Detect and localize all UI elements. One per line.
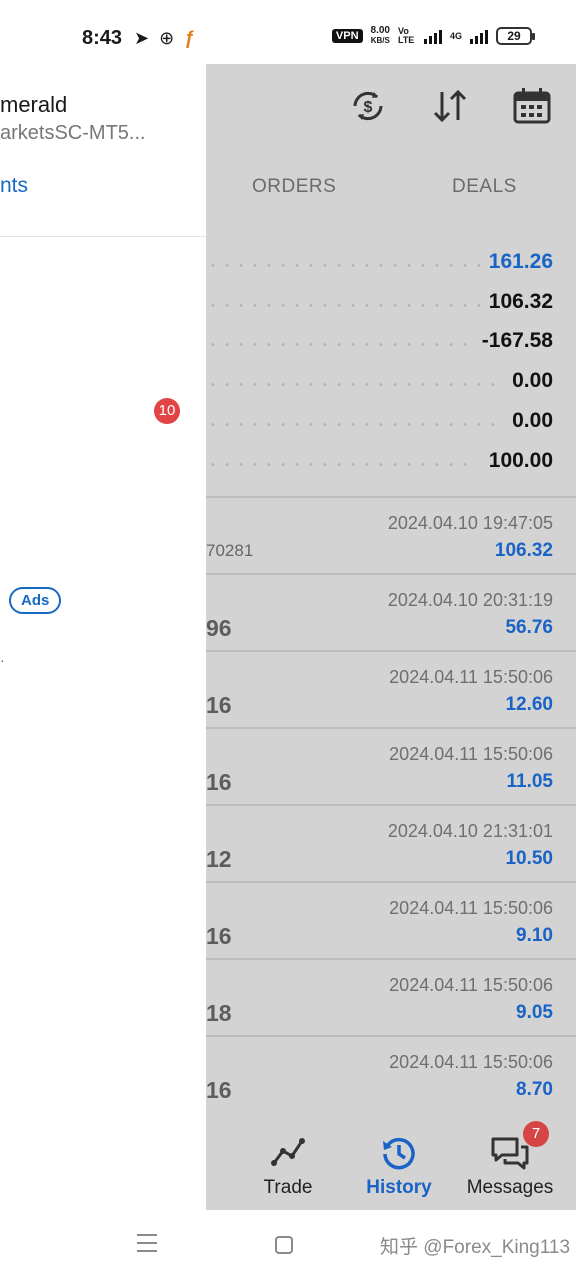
deal-profit: 9.05 (516, 1002, 553, 1023)
summary-row: 0.00 (206, 363, 576, 403)
deal-time: 2024.04.10 21:31:01 (387, 821, 553, 841)
account-name[interactable]: merald (0, 92, 67, 118)
deal-time: 2024.04.11 15:50:06 (389, 667, 553, 687)
navigation-drawer: merald arketsSC-MT5... nts 10 Ads · (0, 64, 206, 1210)
deal-row[interactable]: 16 2024.04.11 15:50:06 12.60 (206, 652, 576, 729)
deal-volume: 16 (206, 923, 232, 949)
vpn-indicator: VPN (331, 29, 363, 43)
summary-value: 161.26 (484, 250, 553, 274)
summary-row: 0.00 (206, 403, 576, 443)
mailbox-badge: 10 (154, 398, 180, 424)
deal-time: 2024.04.11 15:50:06 (389, 975, 553, 995)
signal-bars-icon-2 (470, 28, 488, 44)
deal-time: 2024.04.11 15:50:06 (389, 1052, 553, 1072)
tab-orders[interactable]: ORDERS (252, 176, 336, 198)
deal-row[interactable]: 16 2024.04.11 15:50:06 11.05 (206, 729, 576, 806)
deal-volume: 18 (206, 1000, 232, 1026)
deal-profit: 10.50 (505, 848, 553, 869)
svg-text:$: $ (364, 99, 373, 116)
ads-label[interactable]: Ads (9, 587, 62, 614)
summary-row: 161.26 (206, 244, 576, 284)
network-speed: 8.00 KB/S (370, 25, 390, 46)
circle-plus-icon: ⊕ (159, 28, 175, 48)
deal-ticket: 70281 (206, 541, 254, 560)
dotted-leader (206, 343, 472, 346)
dotted-leader (206, 463, 472, 466)
trade-chart-icon (271, 1138, 305, 1166)
tab-deals[interactable]: DEALS (452, 176, 517, 198)
history-tabs: ORDERS DEALS (206, 176, 576, 216)
nav-trade[interactable]: Trade (233, 1109, 343, 1210)
deal-row[interactable]: 18 2024.04.11 15:50:06 9.05 (206, 960, 576, 1037)
deal-time: 2024.04.11 15:50:06 (389, 744, 553, 764)
nav-history[interactable]: History (344, 1109, 454, 1210)
status-time: 8:43 (82, 27, 123, 49)
deal-volume: 96 (206, 615, 232, 641)
account-server: arketsSC-MT5... (0, 122, 146, 144)
nav-trade-label: Trade (263, 1177, 313, 1198)
app-notification-icon: ƒ (184, 28, 195, 48)
deal-row[interactable]: 16 2024.04.11 15:50:06 9.10 (206, 883, 576, 960)
summary-value: -167.58 (477, 329, 553, 353)
volte-indicator: Vo LTE (397, 26, 415, 45)
deal-profit: 11.05 (506, 771, 554, 792)
deal-time: 2024.04.11 15:50:06 (389, 898, 553, 918)
deal-row[interactable]: 12 2024.04.10 21:31:01 10.50 (206, 806, 576, 883)
signal-bars-icon (423, 28, 442, 44)
summary-row: -167.58 (206, 323, 576, 363)
deal-profit: 9.10 (516, 925, 553, 946)
summary-row: 100.00 (206, 443, 576, 483)
messages-badge: 7 (523, 1121, 549, 1147)
deal-profit: 12.60 (505, 694, 553, 715)
currency-exchange-icon[interactable]: $ (348, 86, 388, 126)
status-bar: 8:43 ➤ ⊕ ƒ VPN 8.00 KB/S Vo LTE 4G 29 (0, 0, 576, 64)
deal-time: 2024.04.10 19:47:05 (387, 513, 553, 533)
drawer-item-fragment: · (0, 652, 5, 668)
deal-profit: 56.76 (505, 617, 553, 638)
drawer-divider (0, 236, 206, 237)
dotted-leader (206, 383, 500, 386)
deal-volume: 16 (206, 769, 232, 795)
summary-row: 106.32 (206, 284, 576, 324)
history-screen: $ ORDERS DEALS 161.26 106.32 -167.58 0.0… (206, 64, 576, 1210)
dotted-leader (206, 423, 500, 426)
deal-time: 2024.04.10 20:31:19 (387, 590, 553, 610)
status-system-icons: VPN 8.00 KB/S Vo LTE 4G 29 (331, 25, 535, 46)
nav-messages[interactable]: 7 Messages (455, 1109, 565, 1210)
system-navigation-bar: 知乎 @Forex_King113 (0, 1210, 576, 1280)
deal-volume: 16 (206, 692, 232, 718)
deal-volume: 16 (206, 1077, 232, 1103)
summary-value: 0.00 (508, 369, 553, 393)
summary-value: 100.00 (484, 449, 553, 473)
recent-apps-button[interactable] (137, 1234, 157, 1254)
deal-row[interactable]: 70281 2024.04.10 19:47:05 106.32 (206, 498, 576, 575)
deal-profit: 106.32 (494, 540, 553, 561)
dotted-leader (206, 264, 488, 267)
network-type: 4G (449, 31, 462, 41)
deal-row[interactable]: 16 2024.04.11 15:50:06 8.70 (206, 1037, 576, 1114)
nav-history-label: History (366, 1177, 432, 1198)
status-notification-icons: ➤ ⊕ ƒ (134, 27, 194, 49)
battery-icon: 29 (496, 27, 535, 45)
manage-accounts-link[interactable]: nts (0, 174, 28, 198)
home-button[interactable] (275, 1236, 293, 1254)
summary-value: 106.32 (484, 290, 553, 314)
deal-row[interactable]: 96 2024.04.10 20:31:19 56.76 (206, 575, 576, 652)
telegram-icon: ➤ (134, 28, 150, 48)
history-clock-icon (383, 1137, 415, 1170)
watermark: 知乎 @Forex_King113 (380, 1237, 571, 1258)
nav-messages-label: Messages (466, 1177, 554, 1198)
bottom-navigation: Trade History 7 Messages (206, 1109, 576, 1210)
sort-icon[interactable] (430, 86, 470, 126)
deal-profit: 8.70 (516, 1079, 553, 1100)
summary-value: 0.00 (508, 409, 553, 433)
calendar-icon[interactable] (512, 86, 552, 126)
dotted-leader (206, 304, 488, 307)
deal-volume: 12 (206, 846, 232, 872)
